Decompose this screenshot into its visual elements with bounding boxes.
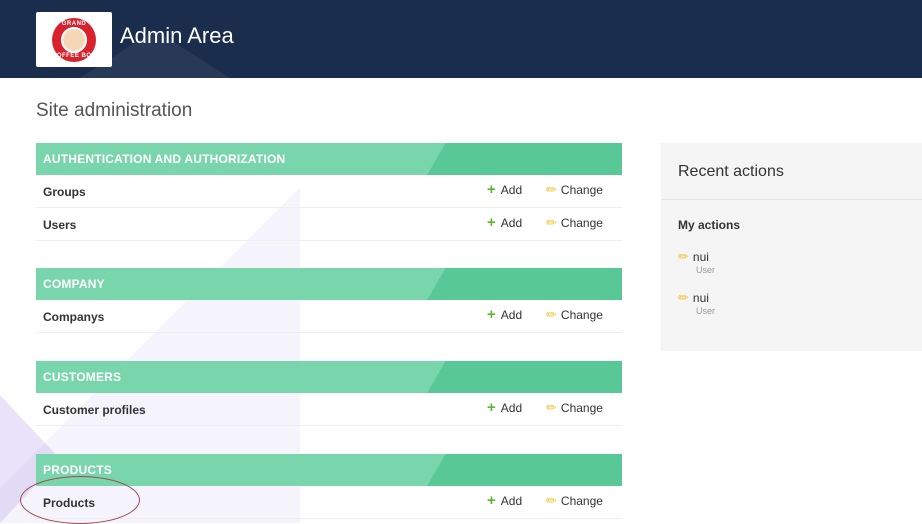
change-button[interactable]: ✏ Change xyxy=(546,215,603,231)
my-actions-heading: My actions xyxy=(678,218,741,232)
module-caption[interactable]: COMPANY xyxy=(43,277,105,291)
pencil-icon: ✏ xyxy=(546,400,557,415)
add-button[interactable]: + Add xyxy=(487,181,523,198)
header: GRAND COFFEE BOY Admin Area xyxy=(0,0,922,78)
add-button[interactable]: + Add xyxy=(487,492,523,509)
logo-text-bottom: COFFEE BOY xyxy=(52,52,97,59)
plus-icon: + xyxy=(487,399,496,416)
module-header: AUTHENTICATION AND AUTHORIZATION xyxy=(36,143,622,175)
module-products: PRODUCTS Products + Add ✏ Change xyxy=(36,454,622,519)
module-header: COMPANY xyxy=(36,268,622,300)
page-title: Site administration xyxy=(36,100,193,121)
logo-face xyxy=(61,26,87,53)
change-label: Change xyxy=(560,308,603,322)
recent-action-item: ✏ nui User xyxy=(678,249,716,276)
change-button[interactable]: ✏ Change xyxy=(546,400,603,416)
module-caption[interactable]: AUTHENTICATION AND AUTHORIZATION xyxy=(43,152,285,166)
model-link-groups[interactable]: Groups xyxy=(43,185,86,199)
pencil-icon: ✏ xyxy=(546,215,557,230)
change-label: Change xyxy=(560,401,603,415)
model-link-companys[interactable]: Companys xyxy=(43,310,104,324)
site-name[interactable]: Admin Area xyxy=(120,23,234,49)
pencil-icon: ✏ xyxy=(546,493,557,508)
add-button[interactable]: + Add xyxy=(487,306,523,323)
add-label: Add xyxy=(500,183,523,197)
module-company: COMPANY Companys + Add ✏ Change xyxy=(36,268,622,333)
plus-icon: + xyxy=(487,306,496,323)
recent-action-item: ✏ nui User xyxy=(678,290,716,317)
module-customers: CUSTOMERS Customer profiles + Add ✏ Change xyxy=(36,361,622,426)
add-label: Add xyxy=(500,401,523,415)
add-label: Add xyxy=(500,216,523,230)
recent-action-type: User xyxy=(696,265,716,275)
pencil-icon: ✏ xyxy=(678,290,689,305)
plus-icon: + xyxy=(487,214,496,231)
logo-badge: GRAND COFFEE BOY xyxy=(52,17,97,62)
table-row: Users + Add ✏ Change xyxy=(36,208,622,241)
model-link-customer-profiles[interactable]: Customer profiles xyxy=(43,403,146,417)
pencil-icon: ✏ xyxy=(546,307,557,322)
pencil-icon: ✏ xyxy=(546,182,557,197)
change-button[interactable]: ✏ Change xyxy=(546,493,603,509)
add-button[interactable]: + Add xyxy=(487,399,523,416)
pencil-icon: ✏ xyxy=(678,249,689,264)
module-auth: AUTHENTICATION AND AUTHORIZATION Groups … xyxy=(36,143,622,241)
change-button[interactable]: ✏ Change xyxy=(546,182,603,198)
plus-icon: + xyxy=(487,492,496,509)
logo-text-top: GRAND xyxy=(61,20,87,27)
module-header: CUSTOMERS xyxy=(36,361,622,393)
recent-actions-panel: Recent actions My actions ✏ nui User ✏ n… xyxy=(661,143,922,351)
add-button[interactable]: + Add xyxy=(487,214,523,231)
divider xyxy=(661,199,922,200)
change-label: Change xyxy=(560,183,603,197)
table-row: Products + Add ✏ Change xyxy=(36,486,622,519)
model-link-users[interactable]: Users xyxy=(43,218,76,232)
recent-action-link[interactable]: nui xyxy=(693,250,709,264)
add-label: Add xyxy=(500,308,523,322)
table-row: Companys + Add ✏ Change xyxy=(36,300,622,333)
module-header: PRODUCTS xyxy=(36,454,622,486)
recent-actions-title: Recent actions xyxy=(678,163,784,180)
recent-action-link[interactable]: nui xyxy=(693,291,709,305)
change-button[interactable]: ✏ Change xyxy=(546,307,603,323)
change-label: Change xyxy=(560,216,603,230)
model-link-products[interactable]: Products xyxy=(43,496,95,510)
module-caption[interactable]: CUSTOMERS xyxy=(43,370,121,384)
logo[interactable]: GRAND COFFEE BOY xyxy=(36,12,112,67)
change-label: Change xyxy=(560,494,603,508)
add-label: Add xyxy=(500,494,523,508)
recent-action-type: User xyxy=(696,306,716,316)
table-row: Groups + Add ✏ Change xyxy=(36,175,622,208)
plus-icon: + xyxy=(487,181,496,198)
table-row: Customer profiles + Add ✏ Change xyxy=(36,393,622,426)
module-caption[interactable]: PRODUCTS xyxy=(43,463,112,477)
